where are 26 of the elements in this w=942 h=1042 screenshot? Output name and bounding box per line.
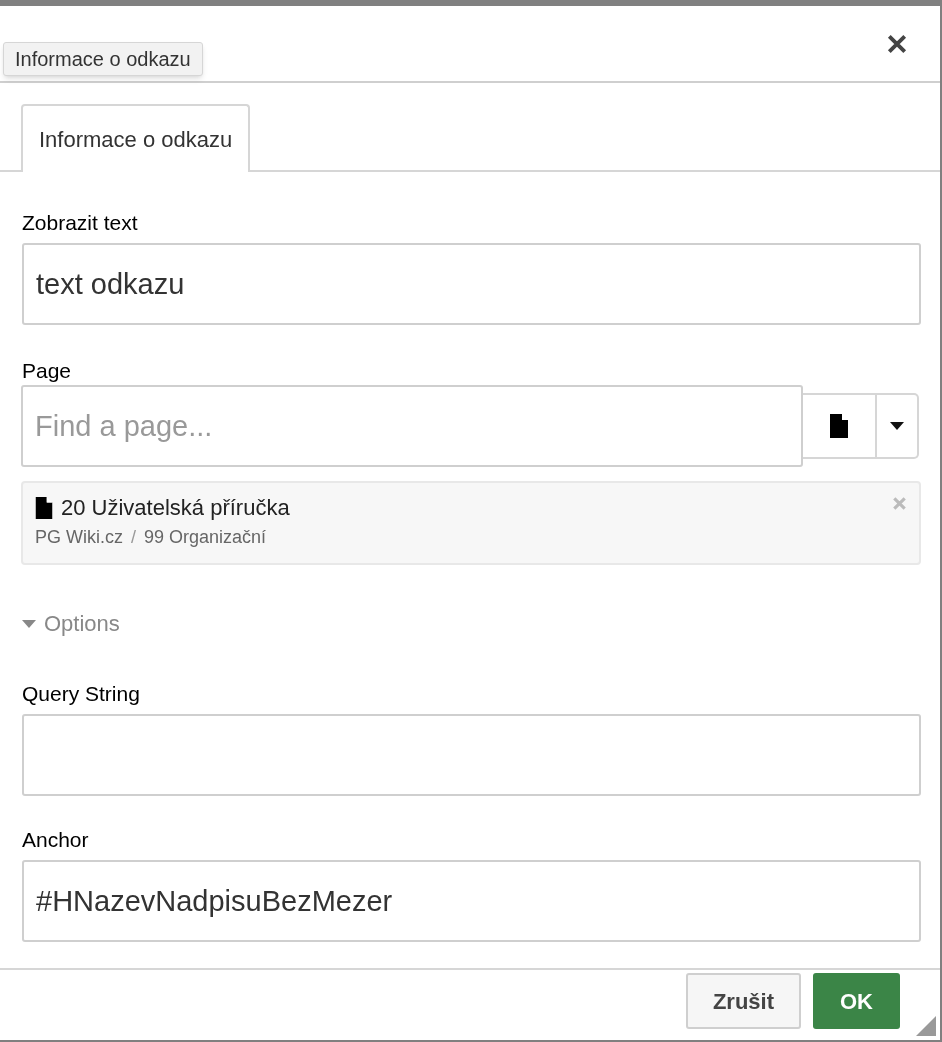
document-icon	[35, 497, 53, 519]
tooltip: Informace o odkazu	[3, 42, 203, 76]
field-label: Page	[22, 360, 73, 381]
resize-handle-icon[interactable]	[916, 1016, 936, 1036]
dropdown-button[interactable]	[877, 393, 919, 459]
query-string-field[interactable]	[22, 714, 921, 796]
field-label: Zobrazit text	[22, 212, 139, 233]
text-input-field[interactable]: text odkazu	[22, 243, 921, 325]
breadcrumb-separator: /	[131, 528, 136, 546]
breadcrumb-item: PG Wiki.cz	[35, 528, 123, 546]
close-icon	[886, 32, 908, 55]
close-icon	[892, 496, 906, 510]
options-toggle[interactable]: Options	[22, 607, 120, 640]
breadcrumb-item: 99 Organizační	[144, 528, 267, 546]
page-title: 20 Uživatelská příručka	[61, 497, 290, 519]
ok-button[interactable]: OK	[813, 973, 900, 1029]
cancel-button[interactable]: Zrušit	[685, 973, 801, 1029]
field-label: Anchor	[22, 829, 90, 850]
caret-icon	[22, 619, 36, 628]
page-search-field[interactable]: Find a page...	[21, 385, 803, 467]
document-icon	[830, 414, 848, 438]
anchor-field[interactable]: #HNazevNadpisuBezMezer	[22, 860, 921, 942]
document-button[interactable]	[803, 393, 877, 459]
caret-icon	[890, 422, 904, 430]
field-label: Query String	[22, 683, 141, 704]
tab[interactable]: Informace o odkazu	[21, 104, 251, 172]
